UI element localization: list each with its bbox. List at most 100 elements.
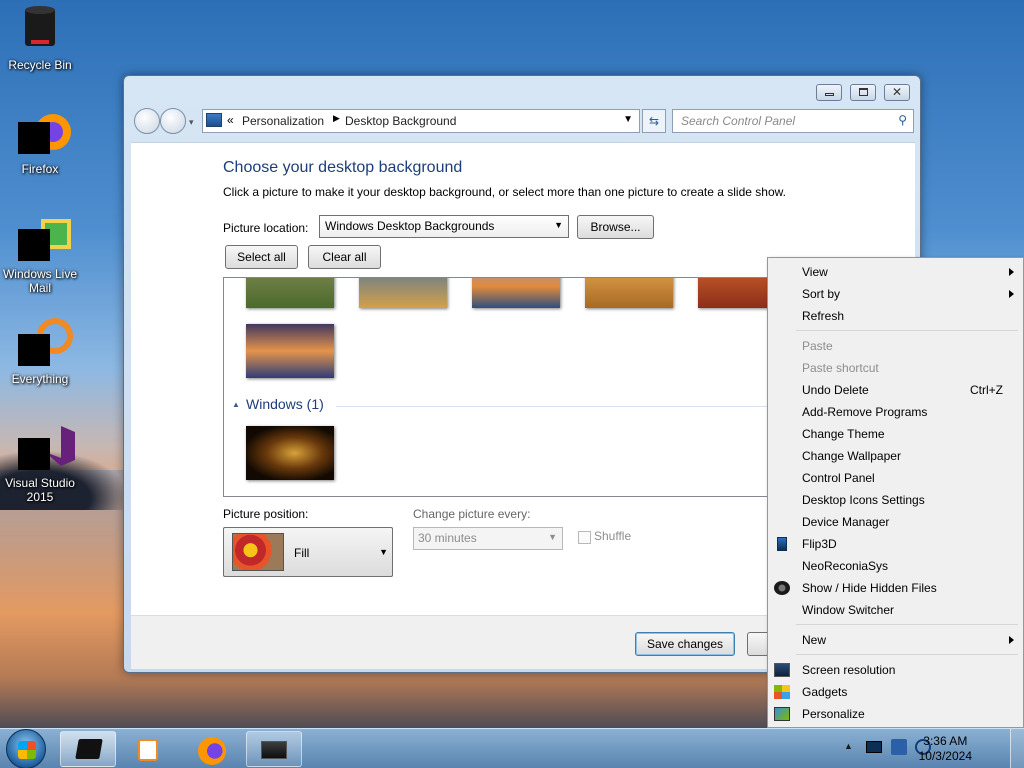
group-collapse-icon[interactable]: ▲ <box>232 400 240 409</box>
taskbar-item-control-panel[interactable] <box>246 731 302 767</box>
picture-position-select[interactable]: Fill ▼ <box>223 527 393 577</box>
context-menu-separator <box>796 654 1018 655</box>
context-menu-label: Paste <box>802 339 833 353</box>
chevron-down-icon: ▼ <box>548 532 557 542</box>
context-menu-item-control-panel[interactable]: Control Panel <box>768 467 1023 489</box>
taskbar-clock[interactable]: 3:36 AM 10/3/2024 <box>919 734 972 764</box>
minimize-icon <box>825 93 834 96</box>
context-menu-item-new[interactable]: New <box>768 629 1023 651</box>
context-menu-label: Show / Hide Hidden Files <box>802 581 937 595</box>
context-menu-item-desktop-icons-settings[interactable]: Desktop Icons Settings <box>768 489 1023 511</box>
show-desktop-button[interactable] <box>1010 729 1024 768</box>
clock-time: 3:36 AM <box>923 734 968 748</box>
change-picture-value: 30 minutes <box>418 531 477 545</box>
context-menu-item-change-wallpaper[interactable]: Change Wallpaper <box>768 445 1023 467</box>
desktop-context-menu: View Sort by Refresh Paste Paste shortcut Und… <box>767 257 1024 728</box>
flip3d-icon <box>777 537 787 551</box>
start-button[interactable] <box>6 729 46 768</box>
desktop-icon-everything[interactable]: Everything <box>0 318 80 386</box>
control-panel-icon <box>206 113 222 127</box>
wallpaper-gallery: ▲ Windows (1) <box>223 277 783 497</box>
submenu-arrow-icon <box>1009 290 1014 298</box>
chevron-down-icon: ▼ <box>554 220 563 230</box>
context-menu-label: Desktop Icons Settings <box>802 493 925 507</box>
context-menu-item-flip3d[interactable]: Flip3D <box>768 533 1023 555</box>
desktop-icon-recycle-bin[interactable]: Recycle Bin <box>0 4 80 72</box>
show-hidden-icons-button[interactable]: ▲ <box>844 741 853 751</box>
context-menu-label: NeoReconiaSys <box>802 559 889 573</box>
context-menu-item-sort-by[interactable]: Sort by <box>768 283 1023 305</box>
desktop-icon-windows-live-mail[interactable]: Windows Live Mail <box>0 215 80 295</box>
picture-position-label: Picture position: <box>223 507 309 521</box>
desktop-icon-visual-studio[interactable]: Visual Studio 2015 <box>0 424 80 504</box>
context-menu-item-view[interactable]: View <box>768 261 1023 283</box>
search-input[interactable]: Search Control Panel ⚲ <box>672 109 914 133</box>
wallpaper-thumbnail[interactable] <box>359 278 447 308</box>
context-menu-label: Add-Remove Programs <box>802 405 928 419</box>
windows-logo-icon <box>18 741 36 759</box>
context-menu-item-refresh[interactable]: Refresh <box>768 305 1023 327</box>
picture-location-label: Picture location: <box>223 221 309 235</box>
browse-button[interactable]: Browse... <box>577 215 654 239</box>
context-menu-item-undo-delete[interactable]: Undo Delete Ctrl+Z <box>768 379 1023 401</box>
save-changes-button[interactable]: Save changes <box>635 632 735 656</box>
group-divider <box>336 406 776 407</box>
context-menu-item-change-theme[interactable]: Change Theme <box>768 423 1023 445</box>
gadgets-icon <box>774 685 790 699</box>
desktop-icon-label: Windows Live Mail <box>2 267 78 295</box>
wallpaper-thumbnail[interactable] <box>585 278 673 308</box>
clear-all-button[interactable]: Clear all <box>308 245 381 269</box>
address-dropdown-icon[interactable]: ▼ <box>623 114 633 125</box>
wallpaper-thumbnail[interactable] <box>472 278 560 308</box>
shuffle-checkbox[interactable] <box>578 531 591 544</box>
taskbar-item-firefox[interactable] <box>188 731 236 767</box>
context-menu-item-paste[interactable]: Paste <box>768 335 1023 357</box>
forward-button[interactable] <box>160 108 186 134</box>
address-bar[interactable]: « Personalization ▶ Desktop Background ▼ <box>202 109 640 133</box>
control-panel-icon <box>261 741 287 759</box>
context-menu-item-paste-shortcut[interactable]: Paste shortcut <box>768 357 1023 379</box>
desktop-icon-firefox[interactable]: Firefox <box>0 110 80 176</box>
wallpaper-thumbnail[interactable] <box>246 426 334 480</box>
close-icon: ✕ <box>892 85 903 99</box>
desktop-icon-label: Firefox <box>21 162 59 176</box>
wallpaper-thumbnail[interactable] <box>246 278 334 308</box>
refresh-button[interactable]: ⇆ <box>642 109 666 133</box>
context-menu-shortcut: Ctrl+Z <box>970 383 1003 397</box>
context-menu-item-show-hide-hidden-files[interactable]: Show / Hide Hidden Files <box>768 577 1023 599</box>
picture-location-select[interactable]: Windows Desktop Backgrounds ▼ <box>319 215 569 238</box>
everything-icon <box>18 318 73 366</box>
group-header-windows[interactable]: Windows (1) <box>246 396 324 412</box>
taskbar-item-media-player[interactable] <box>128 731 176 767</box>
select-all-button[interactable]: Select all <box>225 245 298 269</box>
context-menu-label: Device Manager <box>802 515 890 529</box>
change-picture-label: Change picture every: <box>413 507 531 521</box>
restore-button[interactable] <box>850 84 876 101</box>
context-menu-separator <box>796 330 1018 331</box>
minimize-button[interactable] <box>816 84 842 101</box>
context-menu-item-add-remove-programs[interactable]: Add-Remove Programs <box>768 401 1023 423</box>
back-button[interactable] <box>134 108 160 134</box>
context-menu-item-device-manager[interactable]: Device Manager <box>768 511 1023 533</box>
breadcrumb-desktop-background[interactable]: Desktop Background <box>345 114 456 128</box>
context-menu-label: Paste shortcut <box>802 361 879 375</box>
context-menu-item-screen-resolution[interactable]: Screen resolution <box>768 659 1023 681</box>
context-menu-item-gadgets[interactable]: Gadgets <box>768 681 1023 703</box>
context-menu-label: Control Panel <box>802 471 875 485</box>
submenu-arrow-icon <box>1009 636 1014 644</box>
wallpaper-thumbnail[interactable] <box>246 324 334 378</box>
change-picture-select[interactable]: 30 minutes ▼ <box>413 527 563 550</box>
picture-position-value: Fill <box>294 546 310 560</box>
picture-location-value: Windows Desktop Backgrounds <box>325 219 495 233</box>
breadcrumb-personalization[interactable]: Personalization <box>242 114 324 128</box>
context-menu-item-neoreconiasys[interactable]: NeoReconiaSys <box>768 555 1023 577</box>
tray-action-center-icon[interactable] <box>891 739 907 755</box>
close-button[interactable]: ✕ <box>884 84 910 101</box>
taskbar-item-explorer[interactable] <box>60 731 116 767</box>
context-menu-item-personalize[interactable]: Personalize <box>768 703 1023 725</box>
context-menu-label: Flip3D <box>802 537 837 551</box>
tray-network-icon[interactable] <box>866 741 882 753</box>
recent-pages-icon[interactable]: ▾ <box>189 117 194 128</box>
firefox-icon <box>198 737 226 765</box>
context-menu-item-window-switcher[interactable]: Window Switcher <box>768 599 1023 621</box>
